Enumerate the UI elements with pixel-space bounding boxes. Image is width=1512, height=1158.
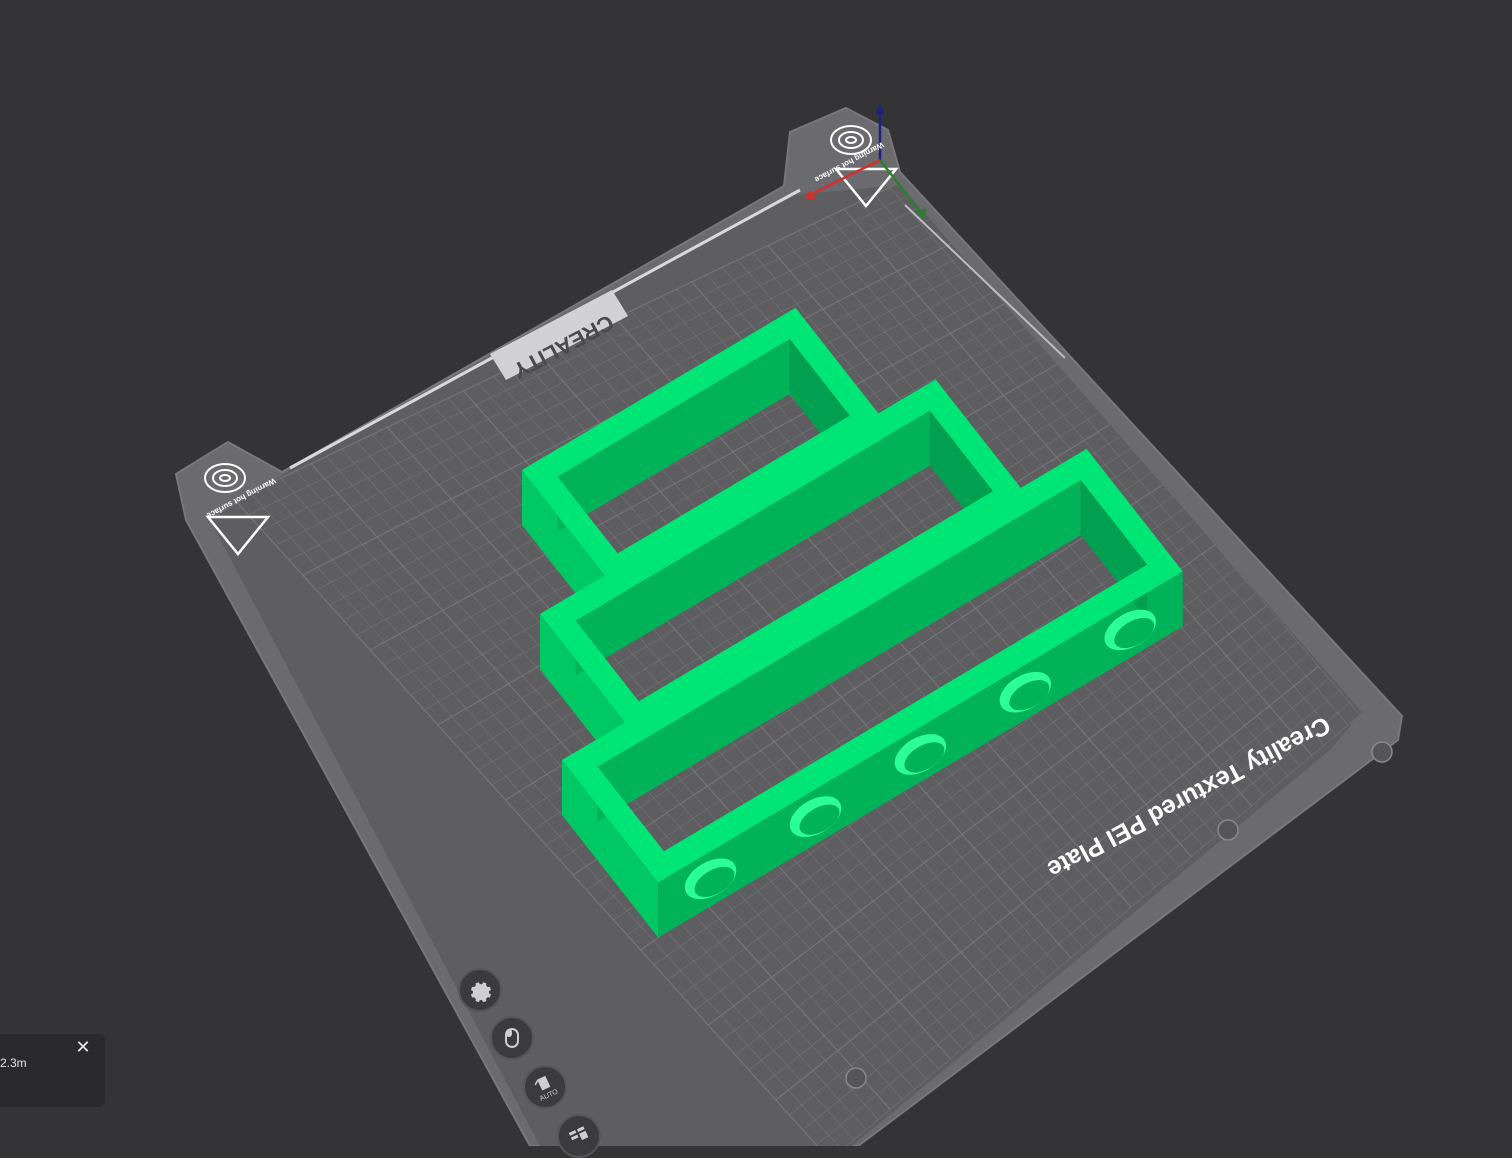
notification-text: 2.3m bbox=[0, 1056, 27, 1070]
gear-icon bbox=[471, 982, 491, 1002]
scene-canvas[interactable]: CREALITY Creality Textured PEI Plate War… bbox=[0, 0, 1512, 1146]
z-axis-arrow bbox=[875, 104, 885, 114]
mouse-icon bbox=[505, 1028, 519, 1048]
layout-button[interactable] bbox=[557, 1114, 601, 1158]
auto-label: AUTO bbox=[539, 1088, 560, 1102]
layout-icon bbox=[568, 1126, 589, 1141]
plate-screw bbox=[845, 1067, 867, 1089]
auto-orient-button[interactable]: AUTO bbox=[523, 1065, 567, 1109]
auto-orient-icon: AUTO bbox=[534, 1075, 560, 1102]
settings-button[interactable] bbox=[458, 968, 502, 1012]
notification-panel: 2.3m ✕ bbox=[0, 1034, 105, 1107]
close-icon[interactable]: ✕ bbox=[72, 1036, 94, 1058]
3d-viewport[interactable]: CREALITY Creality Textured PEI Plate War… bbox=[0, 0, 1512, 1158]
plate-screw bbox=[1217, 819, 1239, 841]
arrange-mode-button[interactable] bbox=[490, 1016, 534, 1060]
plate-screw bbox=[1371, 741, 1393, 763]
